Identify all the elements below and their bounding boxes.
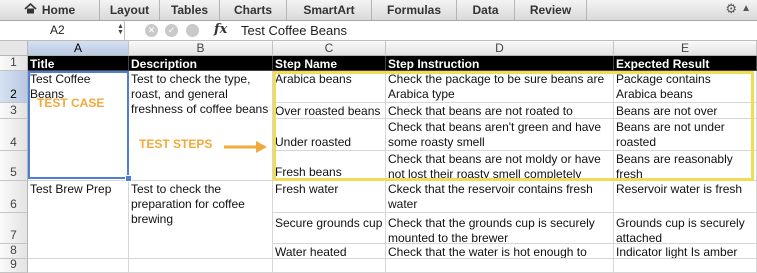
select-all-corner[interactable]: [0, 41, 28, 56]
column-header-c[interactable]: C: [273, 41, 386, 56]
column-header-d[interactable]: D: [386, 41, 614, 56]
arrow-right-icon: [224, 141, 267, 153]
row-header-2[interactable]: 2: [0, 71, 28, 103]
tab-layout[interactable]: Layout: [100, 0, 160, 20]
cell-c4-text: Under roasted beans: [275, 135, 352, 149]
tab-review[interactable]: Review: [515, 0, 587, 20]
row-header-1[interactable]: 1: [0, 55, 28, 71]
cell-a2[interactable]: Test Coffee Beans: [28, 71, 129, 181]
cell-c7[interactable]: Secure grounds cup: [273, 213, 386, 244]
fx-icon[interactable]: fx: [214, 22, 227, 37]
cell-d5[interactable]: Check that beans are not moldy or have n…: [386, 151, 614, 181]
cell-d6[interactable]: Ckeck that the reservoir contains fresh …: [386, 181, 614, 213]
tab-home[interactable]: Home: [0, 0, 100, 20]
cell-e7[interactable]: Grounds cup is securely attached: [614, 213, 757, 244]
cell-e6[interactable]: Reservoir water is fresh: [614, 181, 757, 213]
name-box[interactable]: A2: [0, 21, 125, 40]
cell-e3[interactable]: Beans are not over roasted: [614, 103, 757, 119]
cell-d9[interactable]: [386, 259, 614, 273]
cell-e8[interactable]: Indicator light Is amber: [614, 244, 757, 259]
tab-tables[interactable]: Tables: [160, 0, 220, 20]
cell-e4[interactable]: Beans are not under roasted: [614, 119, 757, 151]
tab-charts[interactable]: Charts: [220, 0, 287, 20]
cell-c1[interactable]: Step Name: [273, 56, 386, 71]
formula-value[interactable]: Test Coffee Beans: [241, 21, 347, 40]
test-steps-label: TEST STEPS: [139, 137, 213, 151]
cell-a1[interactable]: Title: [28, 56, 129, 71]
cell-c3[interactable]: Over roasted beans: [273, 103, 386, 119]
tab-data[interactable]: Data: [457, 0, 515, 20]
row-header-7[interactable]: 7: [0, 213, 28, 244]
chevron-up-icon[interactable]: ▲: [741, 3, 751, 14]
confirm-icon[interactable]: ✓: [165, 24, 178, 37]
test-case-label: TEST CASE: [37, 96, 105, 110]
fill-handle[interactable]: [125, 175, 132, 182]
tab-formulas[interactable]: Formulas: [372, 0, 457, 20]
row-header-9[interactable]: 9: [0, 257, 28, 273]
cell-a6[interactable]: Test Brew Prep: [28, 181, 129, 259]
cell-b2[interactable]: Test to check the type, roast, and gener…: [129, 71, 273, 181]
cancel-icon[interactable]: ✕: [145, 24, 158, 37]
name-box-stepper-icon[interactable]: ▲ ▼: [117, 23, 124, 36]
cell-e1[interactable]: Expected Result: [614, 56, 757, 71]
row-header-4[interactable]: 4: [0, 119, 28, 151]
cell-c9[interactable]: [273, 259, 386, 273]
formula-options-icon[interactable]: [186, 24, 199, 37]
cell-c6[interactable]: Fresh water: [273, 181, 386, 213]
cell-e5[interactable]: Beans are reasonably fresh: [614, 151, 757, 181]
cell-d1[interactable]: Step Instruction: [386, 56, 614, 71]
cell-e9[interactable]: [614, 259, 757, 273]
cell-e2[interactable]: Package contains Arabica beans: [614, 71, 757, 103]
cell-d2[interactable]: Check the package to be sure beans are A…: [386, 71, 614, 103]
ribbon-tab-bar: Home Layout Tables Charts SmartArt Formu…: [0, 0, 757, 21]
column-header-b[interactable]: B: [129, 41, 273, 56]
formula-bar: A2 ▲ ▼ ✕ ✓ fx Test Coffee Beans: [0, 21, 757, 41]
cell-b9[interactable]: [129, 259, 273, 273]
cell-c5[interactable]: Fresh beans: [273, 151, 386, 181]
cell-c5-text: Fresh beans: [275, 165, 342, 179]
tab-smartart[interactable]: SmartArt: [287, 0, 372, 20]
cell-a9[interactable]: [28, 259, 129, 273]
column-header-a[interactable]: A: [28, 41, 129, 56]
cell-c8[interactable]: Water heated: [273, 244, 386, 259]
gear-icon[interactable]: ⚙: [725, 1, 737, 17]
row-header-5[interactable]: 5: [0, 151, 28, 181]
cell-b1[interactable]: Description: [129, 56, 273, 71]
row-header-3[interactable]: 3: [0, 103, 28, 119]
cell-d3[interactable]: Check that beans are not roated to charc…: [386, 103, 614, 119]
cell-d8[interactable]: Check that the water is hot enough to br…: [386, 244, 614, 259]
home-icon: [24, 0, 37, 20]
column-header-e[interactable]: E: [614, 41, 757, 56]
cell-c4[interactable]: Under roasted beans: [273, 119, 386, 151]
cell-d7[interactable]: Check that the grounds cup is securely m…: [386, 213, 614, 244]
row-header-6[interactable]: 6: [0, 181, 28, 213]
cell-c2[interactable]: Arabica beans: [273, 71, 386, 103]
cell-b6[interactable]: Test to check the preparation for coffee…: [129, 181, 273, 259]
cell-d4[interactable]: Check that beans aren't green and have s…: [386, 119, 614, 151]
